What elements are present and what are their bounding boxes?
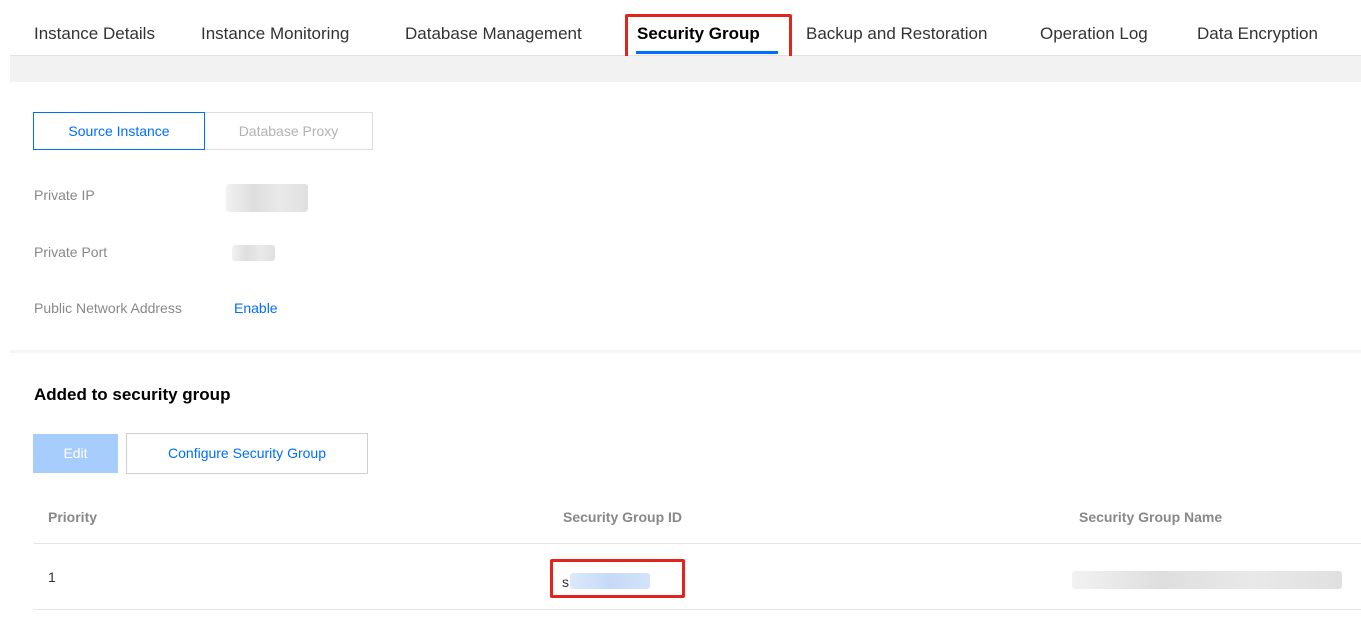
tab-operation-log[interactable]: Operation Log [1040,0,1148,55]
section-divider [10,350,1361,353]
active-tab-indicator [636,51,778,54]
source-instance-button[interactable]: Source Instance [33,112,205,150]
tab-security-group[interactable]: Security Group [637,0,760,55]
private-ip-value [226,184,308,212]
row-priority: 1 [48,569,56,585]
tab-database-management[interactable]: Database Management [405,0,582,55]
security-group-name-value [1072,571,1342,589]
security-group-id-prefix: s [562,574,569,590]
edit-button[interactable]: Edit [33,434,118,473]
tab-bar-shadow [10,56,1361,82]
table-header-divider [34,543,1361,544]
column-header-security-group-id: Security Group ID [563,509,683,525]
security-group-section-title: Added to security group [34,385,231,404]
tab-instance-details[interactable]: Instance Details [34,0,155,55]
tab-instance-monitoring[interactable]: Instance Monitoring [201,0,349,55]
database-proxy-button[interactable]: Database Proxy [204,112,373,150]
public-network-address-label: Public Network Address [34,300,182,316]
security-group-id-link[interactable]: s [562,571,650,590]
private-ip-label: Private IP [34,187,95,203]
column-header-security-group-name: Security Group Name [1079,509,1223,525]
private-port-label: Private Port [34,244,108,260]
tab-backup-and-restoration[interactable]: Backup and Restoration [806,0,987,55]
enable-public-address-link[interactable]: Enable [234,300,278,316]
table-row-divider [34,609,1361,610]
private-port-value [232,245,275,261]
security-group-id-redacted [570,573,650,589]
configure-security-group-button[interactable]: Configure Security Group [126,433,368,474]
column-header-priority: Priority [48,509,98,525]
tab-data-encryption[interactable]: Data Encryption [1197,0,1318,55]
